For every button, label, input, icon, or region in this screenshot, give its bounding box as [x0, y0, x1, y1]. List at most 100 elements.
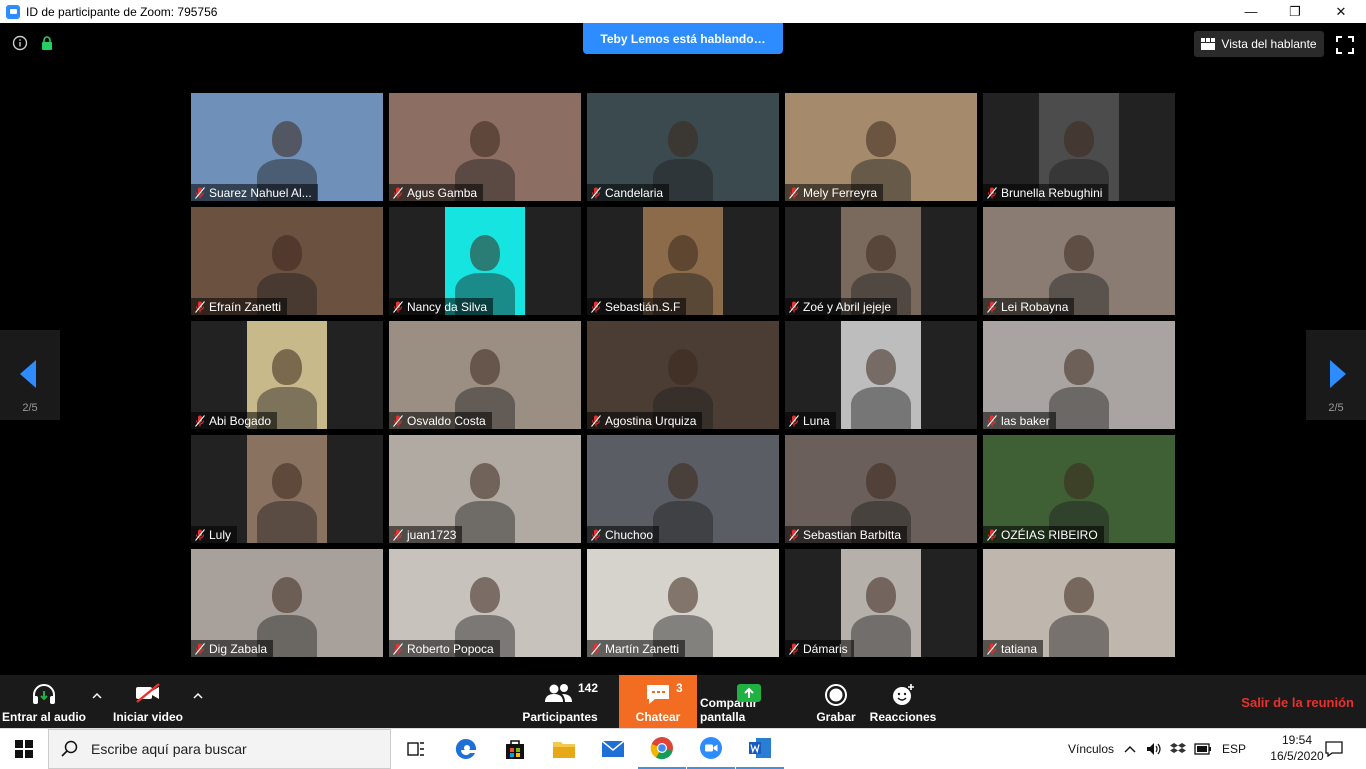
participants-count: 142	[578, 681, 599, 695]
task-view-button[interactable]	[392, 729, 440, 769]
participant-name: tatiana	[1001, 641, 1038, 656]
input-language[interactable]: ESP	[1222, 742, 1246, 756]
participant-tile[interactable]: Agus Gamba	[389, 93, 581, 201]
participant-tile[interactable]: tatiana	[983, 549, 1175, 657]
participant-tile[interactable]: Suarez Nahuel Al...	[191, 93, 383, 201]
reactions-button[interactable]: Reacciones	[870, 675, 936, 728]
chrome-icon	[650, 737, 673, 760]
person-silhouette	[1064, 577, 1094, 613]
chrome-taskbar-button[interactable]	[638, 729, 686, 769]
participant-tile[interactable]: Abi Bogado	[191, 321, 383, 429]
windows-taskbar: Escribe aquí para buscar Vínculos ESP 19…	[0, 728, 1366, 769]
join-audio-button[interactable]: Entrar al audio	[0, 675, 88, 728]
participant-tile[interactable]: Chuchoo	[587, 435, 779, 543]
participant-name: Martín Zanetti	[605, 641, 680, 656]
show-hidden-icons-chevron-icon[interactable]	[1124, 744, 1136, 754]
participant-name: Mely Ferreyra	[803, 185, 878, 200]
muted-mic-icon	[195, 414, 205, 427]
person-silhouette	[470, 121, 500, 157]
participant-tile[interactable]: Dig Zabala	[191, 549, 383, 657]
battery-icon[interactable]	[1194, 743, 1212, 755]
person-silhouette	[470, 349, 500, 385]
muted-mic-icon	[393, 414, 403, 427]
participant-name-label: Luna	[785, 412, 836, 429]
participant-tile[interactable]: Martín Zanetti	[587, 549, 779, 657]
links-toolbar[interactable]: Vínculos	[1068, 742, 1114, 756]
restore-button[interactable]: ❐	[1272, 0, 1318, 23]
participant-name: Osvaldo Costa	[407, 413, 486, 428]
participant-name: Chuchoo	[605, 527, 654, 542]
person-silhouette	[866, 463, 896, 499]
share-screen-icon	[737, 684, 761, 702]
participant-tile[interactable]: Candelaria	[587, 93, 779, 201]
speaker-view-button[interactable]: Vista del hablante	[1194, 31, 1324, 57]
muted-mic-icon	[789, 300, 799, 313]
participant-tile[interactable]: juan1723	[389, 435, 581, 543]
participant-name: Efraín Zanetti	[209, 299, 282, 314]
participant-name: Luna	[803, 413, 830, 428]
meeting-stage: Teby Lemos está hablando… Vista del habl…	[0, 23, 1366, 675]
person-body	[455, 501, 515, 543]
participant-tile[interactable]: Osvaldo Costa	[389, 321, 581, 429]
start-video-label: Iniciar video	[112, 710, 184, 724]
mail-taskbar-button[interactable]	[589, 729, 637, 769]
minimize-button[interactable]: —	[1228, 0, 1274, 23]
participant-tile[interactable]: OZÉIAS RIBEIRO	[983, 435, 1175, 543]
participant-tile[interactable]: Dámaris	[785, 549, 977, 657]
chat-bubble-icon	[647, 685, 669, 704]
notifications-button[interactable]	[1312, 729, 1356, 769]
participant-tile[interactable]: Zoé y Abril jejeje	[785, 207, 977, 315]
muted-mic-icon	[789, 186, 799, 199]
lock-icon[interactable]	[40, 35, 54, 51]
participant-name-label: Nancy da Silva	[389, 298, 494, 315]
participant-tile[interactable]: Efraín Zanetti	[191, 207, 383, 315]
participant-tile[interactable]: Sebastian Barbitta	[785, 435, 977, 543]
next-page-button[interactable]: 2/5	[1306, 330, 1366, 420]
participant-tile[interactable]: las baker	[983, 321, 1175, 429]
participant-tile[interactable]: Nancy da Silva	[389, 207, 581, 315]
video-options-chevron-icon[interactable]	[193, 691, 203, 701]
previous-page-button[interactable]: 2/5	[0, 330, 60, 420]
participant-name: Agus Gamba	[407, 185, 478, 200]
start-video-button[interactable]: Iniciar video	[108, 675, 188, 728]
chat-button[interactable]: 3 Chatear	[619, 675, 697, 728]
person-silhouette	[668, 577, 698, 613]
close-button[interactable]: ✕	[1318, 0, 1364, 23]
dropbox-icon[interactable]	[1170, 742, 1187, 756]
participant-tile[interactable]: Lei Robayna	[983, 207, 1175, 315]
action-center-icon	[1325, 741, 1343, 757]
page-indicator-right: 2/5	[1328, 402, 1344, 414]
person-body	[851, 387, 911, 429]
info-icon[interactable]	[12, 35, 28, 51]
participant-name-label: Luly	[191, 526, 238, 543]
participants-button[interactable]: 142 Participantes	[520, 675, 600, 728]
participant-tile[interactable]: Agostina Urquiza	[587, 321, 779, 429]
muted-mic-icon	[591, 300, 601, 313]
arrow-left-icon	[20, 360, 36, 388]
participant-name: Sebastián.S.F	[605, 299, 681, 314]
audio-options-chevron-icon[interactable]	[92, 691, 102, 701]
share-screen-button[interactable]: Compartir pantalla	[700, 675, 798, 728]
person-silhouette	[470, 577, 500, 613]
leave-meeting-button[interactable]: Salir de la reunión	[1241, 695, 1354, 710]
edge-taskbar-button[interactable]	[442, 729, 490, 769]
participant-tile[interactable]: Luly	[191, 435, 383, 543]
fullscreen-icon[interactable]	[1336, 36, 1354, 54]
participant-name-label: Lei Robayna	[983, 298, 1075, 315]
file-explorer-taskbar-button[interactable]	[540, 729, 588, 769]
zoom-taskbar-button[interactable]	[687, 729, 735, 769]
participant-name-label: Dig Zabala	[191, 640, 274, 657]
store-taskbar-button[interactable]	[491, 729, 539, 769]
start-button[interactable]	[0, 729, 48, 769]
participant-tile[interactable]: Roberto Popoca	[389, 549, 581, 657]
word-taskbar-button[interactable]	[736, 729, 784, 769]
participant-name-label: Efraín Zanetti	[191, 298, 288, 315]
record-button[interactable]: Grabar	[808, 675, 864, 728]
participant-tile[interactable]: Brunella Rebughini	[983, 93, 1175, 201]
participant-tile[interactable]: Mely Ferreyra	[785, 93, 977, 201]
participant-tile[interactable]: Sebastián.S.F	[587, 207, 779, 315]
taskbar-search-box[interactable]: Escribe aquí para buscar	[48, 729, 391, 769]
participant-tile[interactable]: Luna	[785, 321, 977, 429]
volume-icon[interactable]	[1146, 742, 1162, 756]
person-body	[257, 501, 317, 543]
